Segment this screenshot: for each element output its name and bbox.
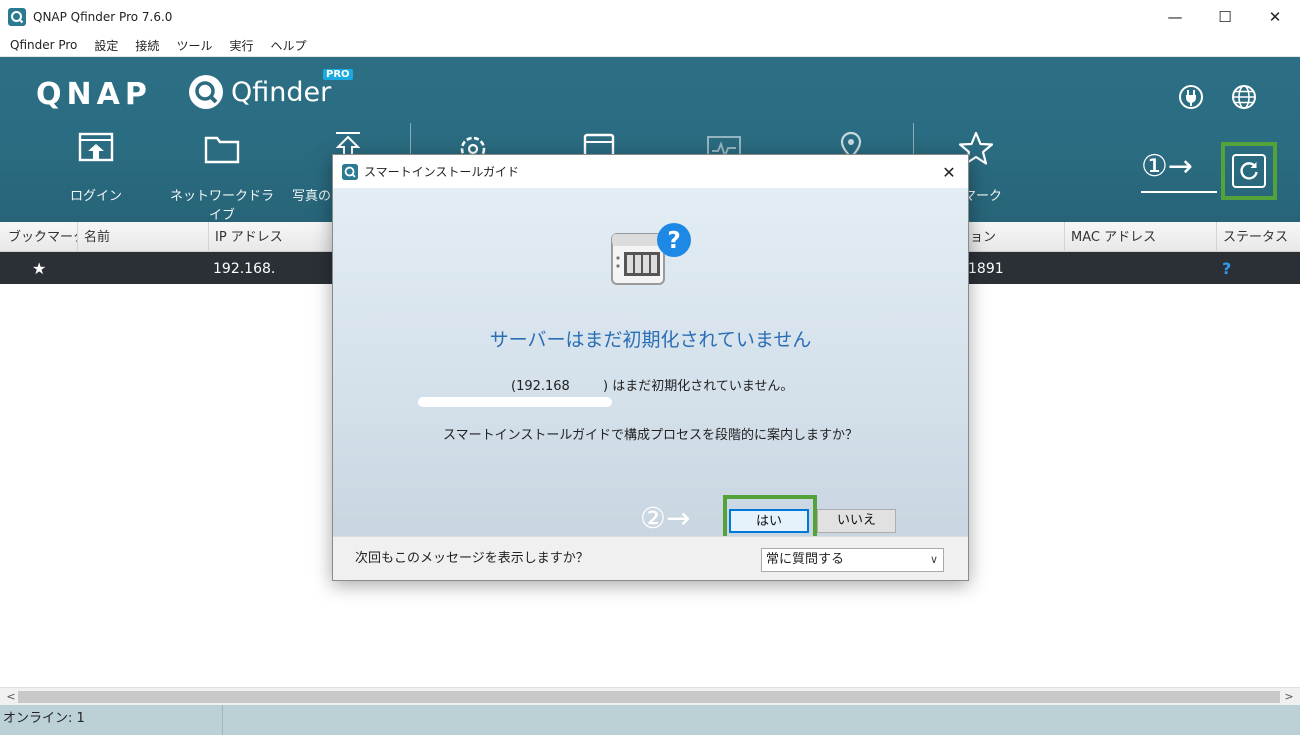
dialog-ip-message: (192.168 ) はまだ初期化されていません。 [511,375,793,394]
dialog-question: スマートインストールガイドで構成プロセスを段階的に案内しますか？ [443,428,858,443]
power-plug-icon[interactable] [1177,83,1205,111]
qfinder-logo: Qfinder [187,73,331,111]
minimize-button[interactable]: — [1150,0,1200,34]
show-again-label: 次回もこのメッセージを表示しますか？ [355,551,589,566]
qfinder-app-icon [342,163,358,180]
row-ip: 192.168. [213,261,276,277]
pro-badge: PRO [323,69,353,80]
maximize-button[interactable]: ☐ [1200,0,1250,34]
col-status[interactable]: ステータス [1217,222,1300,252]
col-mac[interactable]: MAC アドレス [1065,222,1217,252]
product-name: Qfinder [231,76,332,108]
step-1-annotation: ①→ [1141,149,1194,184]
online-count: オンライン: 1 [0,705,223,735]
dialog-ip-suffix: ) はまだ初期化されていません。 [603,379,794,394]
menu-run[interactable]: 実行 [229,37,253,54]
toolbar-login-label: ログイン [69,189,122,204]
menu-settings[interactable]: 設定 [94,37,118,54]
title-bar: QNAP Qfinder Pro 7.6.0 — ☐ ✕ [0,0,1300,34]
horizontal-scrollbar[interactable]: < > [0,687,1300,705]
menu-qfinder-pro[interactable]: Qfinder Pro [10,38,77,52]
login-icon [78,132,114,162]
col-version[interactable]: ョン [968,222,1065,252]
col-bookmark[interactable]: ^ ブックマーク [0,222,78,252]
bookmark-star-icon[interactable]: ★ [32,252,46,284]
step-1-underline [1141,191,1217,193]
chevron-down-icon: ∨ [929,553,938,566]
show-again-value: 常に質問する [766,552,845,567]
refresh-icon [1240,162,1258,180]
smart-install-dialog: スマートインストールガイド ✕ ? サーバーはまだ初期化されていません (192… [332,154,969,581]
dialog-title-bar: スマートインストールガイド ✕ [333,155,968,188]
status-bar: オンライン: 1 [0,705,1300,735]
dialog-title: スマートインストールガイド [364,165,520,179]
scroll-right-icon[interactable]: > [1280,688,1298,706]
toolbar-login[interactable]: ログイン [41,129,151,204]
status-unknown-icon: ? [1222,259,1232,278]
sort-caret-icon: ^ [36,230,44,240]
toolbar-network-drive-label: ネットワークドライブ [169,189,274,223]
qfinder-logo-icon [189,75,223,109]
folder-icon [204,136,240,164]
qnap-logo: QNAP [36,77,152,112]
step-2-annotation: ②→ [640,501,691,535]
menu-help[interactable]: ヘルプ [270,37,306,54]
dialog-footer: 次回もこのメッセージを表示しますか？ 常に質問する ∨ [333,536,968,580]
dialog-ip: (192.168 [511,379,570,394]
no-button[interactable]: いいえ [817,509,896,533]
dialog-heading: サーバーはまだ初期化されていません [489,329,812,351]
dialog-body: ? サーバーはまだ初期化されていません (192.168 ) はまだ初期化されてい… [333,188,968,545]
col-ip[interactable]: IP アドレス [209,222,333,252]
close-button[interactable]: ✕ [1250,0,1300,34]
dialog-close-button[interactable]: ✕ [934,157,964,187]
redaction-bar [418,397,612,407]
scroll-thumb[interactable] [18,691,1280,703]
col-name[interactable]: 名前 [78,222,209,252]
toolbar-network-drive[interactable]: ネットワークドライブ [166,129,278,223]
row-version: 1891 [968,261,1004,277]
window-title: QNAP Qfinder Pro 7.6.0 [33,10,173,24]
menu-bar: Qfinder Pro 設定 接続 ツール 実行 ヘルプ [0,34,1300,57]
nas-question-icon: ? [611,223,691,285]
svg-text:?: ? [667,228,680,254]
refresh-highlight [1221,142,1277,200]
menu-connect[interactable]: 接続 [135,37,159,54]
show-again-select[interactable]: 常に質問する ∨ [761,548,944,572]
globe-icon[interactable] [1230,83,1258,111]
refresh-button[interactable] [1232,154,1266,188]
qfinder-app-icon [8,8,26,26]
yes-button[interactable]: はい [729,509,809,533]
menu-tools[interactable]: ツール [176,37,212,54]
